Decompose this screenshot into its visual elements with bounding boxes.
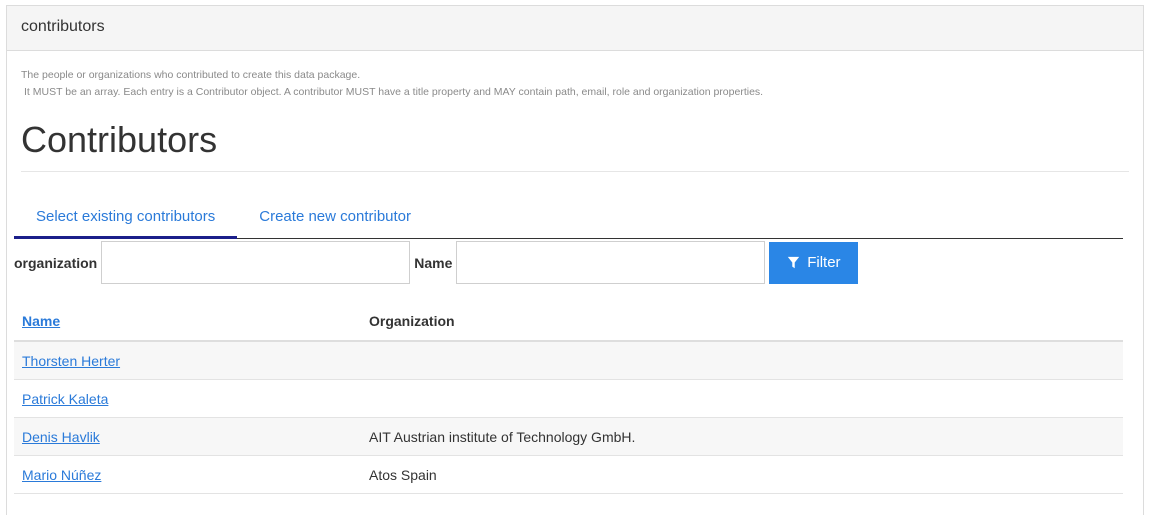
help-line-2: It MUST be an array. Each entry is a Con…	[24, 86, 764, 98]
organization-filter-label: organization	[14, 254, 98, 271]
contributor-link[interactable]: Patrick Kaleta	[22, 391, 108, 407]
filter-row: organization Name Filter	[14, 241, 859, 284]
name-cell: Denis Havlik	[14, 417, 361, 456]
table-header-row: Name Organization	[14, 302, 1123, 342]
table-row: Denis Havlik AIT Austrian institute of T…	[14, 417, 1123, 456]
tab-bar: Select existing contributors Create new …	[14, 199, 1123, 239]
help-text: The people or organizations who contribu…	[21, 67, 1143, 101]
contributors-table: Name Organization Thorsten Herter Patric…	[14, 302, 1123, 494]
organization-cell	[361, 341, 1123, 380]
contributor-link[interactable]: Mario Núñez	[22, 467, 101, 483]
help-line-1: The people or organizations who contribu…	[21, 69, 361, 81]
tab-create-new-contributor[interactable]: Create new contributor	[237, 199, 433, 239]
organization-cell: Atos Spain	[361, 455, 1123, 494]
organization-column-header: Organization	[361, 302, 1123, 342]
filter-button[interactable]: Filter	[769, 241, 859, 284]
tab-select-existing-contributors[interactable]: Select existing contributors	[14, 199, 238, 239]
name-filter-label: Name	[414, 254, 453, 271]
organization-cell	[361, 379, 1123, 418]
name-cell: Thorsten Herter	[14, 341, 361, 380]
contributor-link[interactable]: Denis Havlik	[22, 429, 100, 445]
organization-filter-input[interactable]	[101, 241, 411, 284]
name-filter-input[interactable]	[456, 241, 766, 284]
organization-cell: AIT Austrian institute of Technology Gmb…	[361, 417, 1123, 456]
contributor-link[interactable]: Thorsten Herter	[22, 353, 120, 369]
name-column-header[interactable]: Name	[14, 302, 361, 342]
name-cell: Patrick Kaleta	[14, 379, 361, 418]
table-row: Thorsten Herter	[14, 341, 1123, 380]
table-row: Patrick Kaleta	[14, 379, 1123, 418]
filter-icon	[788, 256, 800, 269]
panel-heading: contributors	[7, 6, 1143, 51]
name-cell: Mario Núñez	[14, 455, 361, 494]
table-row: Mario Núñez Atos Spain	[14, 455, 1123, 494]
page-title: Contributors	[21, 119, 1129, 172]
filter-button-label: Filter	[807, 254, 841, 271]
name-sort-link[interactable]: Name	[22, 313, 60, 329]
